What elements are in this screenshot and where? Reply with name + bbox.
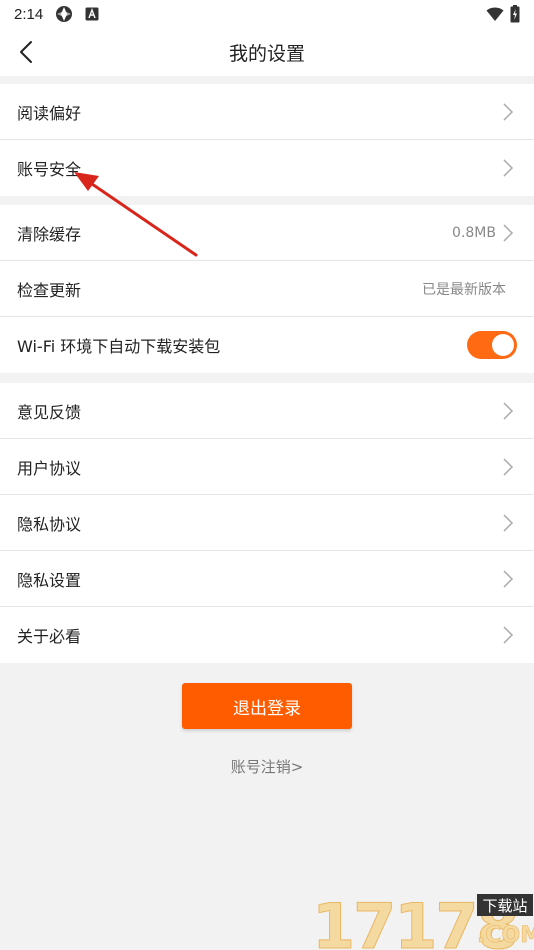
row-reading-preference[interactable]: 阅读偏好 — [0, 84, 534, 140]
row-label: 意见反馈 — [17, 402, 82, 422]
chevron-right-icon — [502, 457, 514, 476]
row-feedback[interactable]: 意见反馈 — [0, 383, 534, 439]
chevron-right-icon — [502, 102, 514, 121]
wifi-download-toggle[interactable] — [467, 331, 517, 359]
account-cancel-link[interactable]: 账号注销> — [0, 756, 534, 777]
back-button[interactable] — [12, 38, 40, 66]
row-user-agreement[interactable]: 用户协议 — [0, 439, 534, 495]
page-title: 我的设置 — [228, 42, 305, 65]
chevron-right-icon — [502, 513, 514, 532]
settings-group-about: 意见反馈 用户协议 隐私协议 隐私设置 关于必看 — [0, 383, 534, 663]
cache-size-value: 0.8MB — [452, 224, 496, 241]
watermark-tag: 下载站 — [482, 897, 527, 915]
row-check-update[interactable]: 检查更新 已是最新版本 — [0, 261, 534, 317]
update-status-value: 已是最新版本 — [422, 281, 506, 298]
battery-icon — [510, 5, 520, 27]
row-label: 检查更新 — [17, 280, 82, 300]
vpn-shield-icon — [55, 5, 73, 23]
app-notification-icon — [85, 7, 99, 21]
status-bar: 2:14 — [0, 0, 534, 28]
row-privacy-agreement[interactable]: 隐私协议 — [0, 495, 534, 551]
settings-group-account: 阅读偏好 账号安全 — [0, 84, 534, 196]
logout-button[interactable]: 退出登录 — [182, 683, 352, 729]
row-account-security[interactable]: 账号安全 — [0, 140, 534, 196]
row-wifi-auto-download: Wi-Fi 环境下自动下载安装包 — [0, 317, 534, 373]
page-header: 我的设置 — [0, 28, 534, 76]
watermark-logo: 17178 下载站 .COM — [312, 890, 534, 950]
status-time: 2:14 — [14, 5, 44, 23]
row-label: 账号安全 — [17, 160, 82, 179]
watermark-domain: .COM — [477, 923, 534, 948]
row-about[interactable]: 关于必看 — [0, 607, 534, 663]
row-label: 关于必看 — [17, 627, 82, 646]
chevron-left-icon — [20, 41, 32, 63]
row-label: 隐私协议 — [17, 514, 82, 534]
wifi-icon — [486, 6, 504, 26]
row-label: 隐私设置 — [17, 570, 82, 590]
chevron-right-icon — [502, 223, 514, 242]
row-privacy-settings[interactable]: 隐私设置 — [0, 551, 534, 607]
settings-group-app: 清除缓存 0.8MB 检查更新 已是最新版本 Wi-Fi 环境下自动下载安装包 — [0, 205, 534, 373]
row-label: 清除缓存 — [17, 224, 82, 244]
row-label: 阅读偏好 — [17, 103, 82, 123]
row-label: Wi-Fi 环境下自动下载安装包 — [17, 337, 221, 356]
chevron-right-icon — [502, 569, 514, 588]
row-label: 用户协议 — [17, 458, 82, 478]
chevron-right-icon — [502, 159, 514, 177]
chevron-right-icon — [502, 401, 514, 420]
chevron-right-icon — [502, 626, 514, 644]
row-clear-cache[interactable]: 清除缓存 0.8MB — [0, 205, 534, 261]
toggle-knob — [492, 334, 514, 356]
